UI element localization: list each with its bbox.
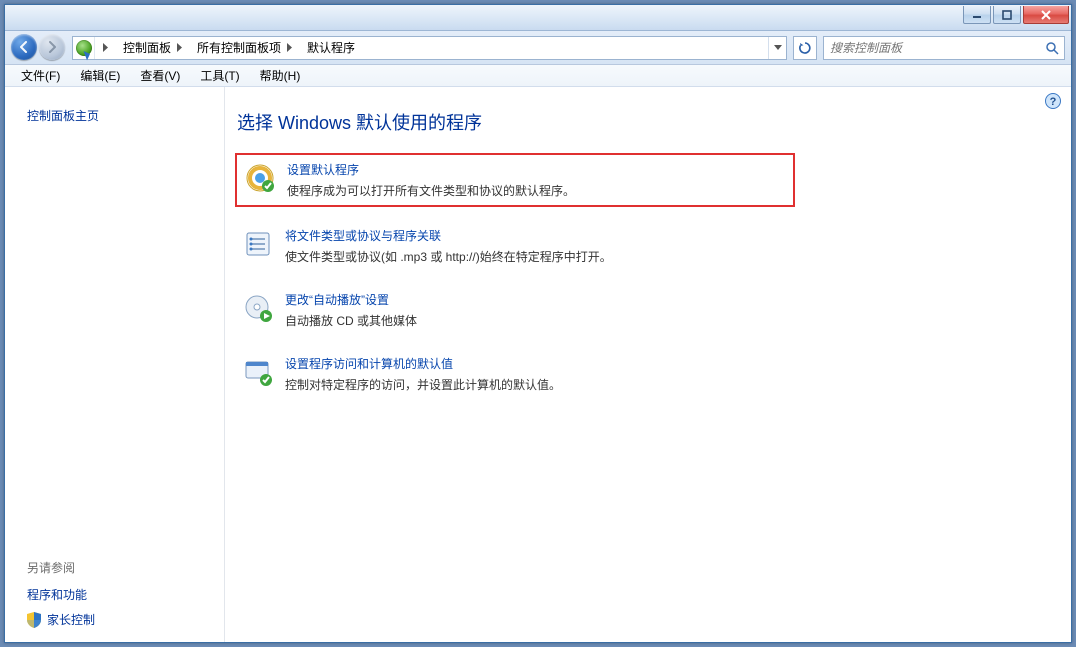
- refresh-button[interactable]: [793, 36, 817, 60]
- control-panel-icon: [73, 37, 95, 59]
- menu-view[interactable]: 查看(V): [130, 65, 190, 86]
- menu-help[interactable]: 帮助(H): [250, 65, 311, 86]
- minimize-button[interactable]: [963, 6, 991, 24]
- option-associate-file-type[interactable]: 将文件类型或协议与程序关联 使文件类型或协议(如 .mp3 或 http://)…: [235, 221, 795, 271]
- see-also-header: 另请参阅: [27, 559, 210, 576]
- breadcrumb[interactable]: 控制面板 所有控制面板项 默认程序: [72, 36, 787, 60]
- breadcrumb-seg-all-items[interactable]: 所有控制面板项: [189, 37, 299, 59]
- breadcrumb-label: 所有控制面板项: [197, 39, 281, 56]
- option-set-default-programs[interactable]: 设置默认程序 使程序成为可以打开所有文件类型和协议的默认程序。: [235, 153, 795, 207]
- control-panel-window: 控制面板 所有控制面板项 默认程序: [4, 4, 1072, 643]
- link-parental-controls[interactable]: 家长控制: [27, 607, 210, 632]
- address-bar: 控制面板 所有控制面板项 默认程序: [5, 31, 1071, 65]
- link-programs-and-features[interactable]: 程序和功能: [27, 582, 210, 607]
- menu-tools[interactable]: 工具(T): [190, 65, 249, 86]
- option-desc: 使文件类型或协议(如 .mp3 或 http://)始终在特定程序中打开。: [285, 248, 612, 265]
- shield-icon: [27, 612, 41, 628]
- breadcrumb-seg-default-programs[interactable]: 默认程序: [299, 37, 362, 59]
- search-box[interactable]: [823, 36, 1065, 60]
- program-access-icon: [243, 357, 273, 387]
- sidebar: 控制面板主页 另请参阅 程序和功能 家长控制: [5, 87, 225, 642]
- page-title: 选择 Windows 默认使用的程序: [237, 109, 1047, 135]
- option-desc: 使程序成为可以打开所有文件类型和协议的默认程序。: [287, 182, 575, 199]
- main-content: 选择 Windows 默认使用的程序 设置默认程序 使程序成为可以打开所有文件类…: [225, 87, 1071, 642]
- breadcrumb-label: 控制面板: [123, 39, 171, 56]
- option-desc: 控制对特定程序的访问，并设置此计算机的默认值。: [285, 376, 561, 393]
- maximize-button[interactable]: [993, 6, 1021, 24]
- back-button[interactable]: [11, 34, 37, 60]
- search-icon: [1044, 41, 1060, 55]
- breadcrumb-arrow-root[interactable]: [95, 37, 115, 59]
- menubar: 文件(F) 编辑(E) 查看(V) 工具(T) 帮助(H): [5, 65, 1071, 87]
- forward-button[interactable]: [39, 34, 65, 60]
- default-programs-icon: [245, 163, 275, 193]
- menu-edit[interactable]: 编辑(E): [70, 65, 130, 86]
- option-title[interactable]: 更改“自动播放”设置: [285, 291, 417, 308]
- nav-buttons: [11, 34, 66, 62]
- option-program-access-defaults[interactable]: 设置程序访问和计算机的默认值 控制对特定程序的访问，并设置此计算机的默认值。: [235, 349, 795, 399]
- breadcrumb-label: 默认程序: [307, 39, 355, 56]
- breadcrumb-seg-control-panel[interactable]: 控制面板: [115, 37, 189, 59]
- option-title[interactable]: 设置默认程序: [287, 161, 575, 178]
- menu-file[interactable]: 文件(F): [11, 65, 70, 86]
- option-desc: 自动播放 CD 或其他媒体: [285, 312, 417, 329]
- window-controls: [963, 5, 1071, 24]
- link-label: 程序和功能: [27, 586, 87, 603]
- close-button[interactable]: [1023, 6, 1069, 24]
- associate-icon: [243, 229, 273, 259]
- search-input[interactable]: [828, 40, 1044, 56]
- option-title[interactable]: 将文件类型或协议与程序关联: [285, 227, 612, 244]
- control-panel-home-link[interactable]: 控制面板主页: [27, 107, 210, 124]
- breadcrumb-dropdown[interactable]: [768, 37, 786, 59]
- link-label: 家长控制: [47, 611, 95, 628]
- option-autoplay-settings[interactable]: 更改“自动播放”设置 自动播放 CD 或其他媒体: [235, 285, 795, 335]
- option-title[interactable]: 设置程序访问和计算机的默认值: [285, 355, 561, 372]
- autoplay-icon: [243, 293, 273, 323]
- content-body: ? 控制面板主页 另请参阅 程序和功能 家长控制 选择 Windows 默认使用…: [5, 87, 1071, 642]
- titlebar: [5, 5, 1071, 31]
